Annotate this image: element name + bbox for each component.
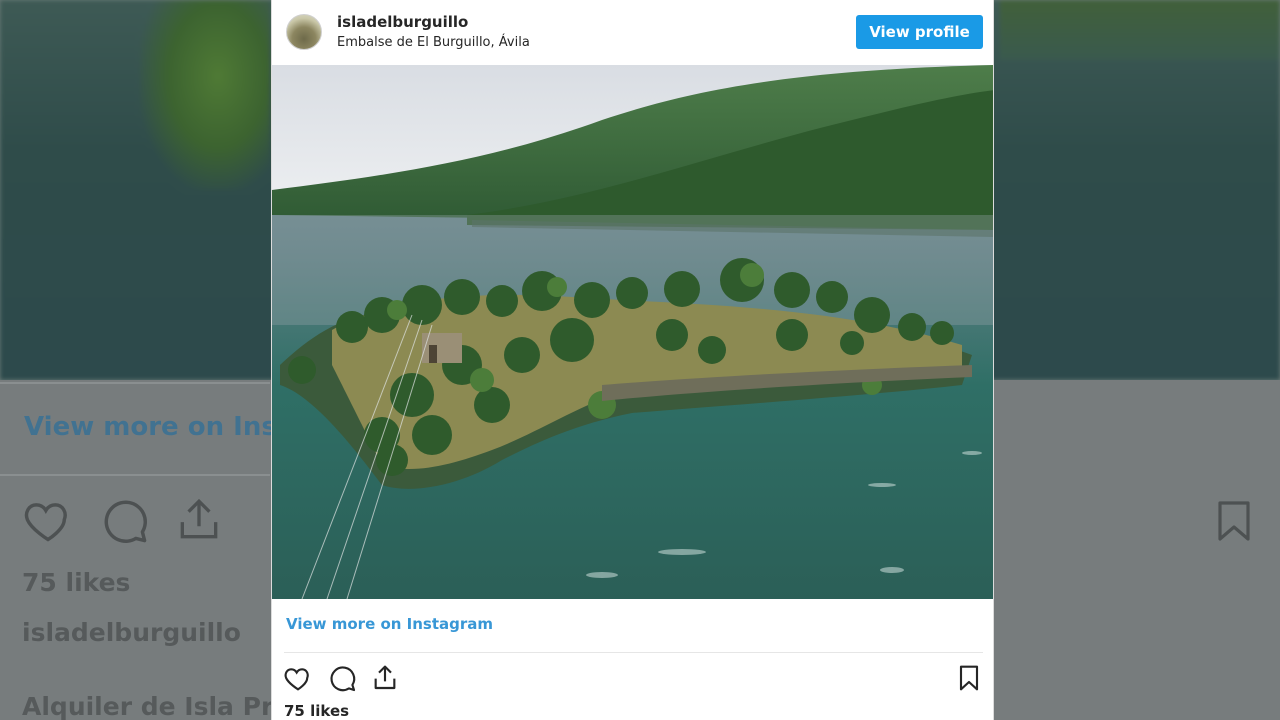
backdrop-share-icon	[180, 498, 218, 539]
instagram-embed: isladelburguillo Embalse de El Burguillo…	[271, 0, 994, 720]
post-header: isladelburguillo Embalse de El Burguillo…	[272, 0, 993, 65]
backdrop-bookmark-icon	[1218, 501, 1250, 541]
divider	[284, 652, 983, 653]
backdrop-heart-icon	[24, 503, 67, 542]
backdrop-username: isladelburguillo	[22, 618, 241, 647]
bookmark-icon[interactable]	[953, 662, 985, 694]
backdrop-divider	[0, 474, 270, 476]
backdrop-view-more-text: View more on Ins	[24, 412, 277, 442]
share-icon[interactable]	[369, 662, 401, 694]
backdrop-caption: Alquiler de Isla Pr	[22, 692, 274, 720]
post-photo[interactable]	[272, 65, 994, 599]
avatar[interactable]	[286, 14, 322, 50]
backdrop-comment-icon	[104, 500, 147, 543]
view-more-on-instagram-link[interactable]: View more on Instagram	[286, 615, 493, 633]
comment-icon[interactable]	[326, 662, 358, 694]
backdrop-divider	[0, 382, 270, 384]
likes-count: 75 likes	[284, 702, 350, 720]
backdrop-likes: 75 likes	[22, 568, 131, 597]
location[interactable]: Embalse de El Burguillo, Ávila	[337, 35, 530, 50]
heart-icon[interactable]	[282, 662, 314, 694]
username[interactable]: isladelburguillo	[337, 13, 468, 31]
view-profile-button[interactable]: View profile	[856, 15, 983, 49]
